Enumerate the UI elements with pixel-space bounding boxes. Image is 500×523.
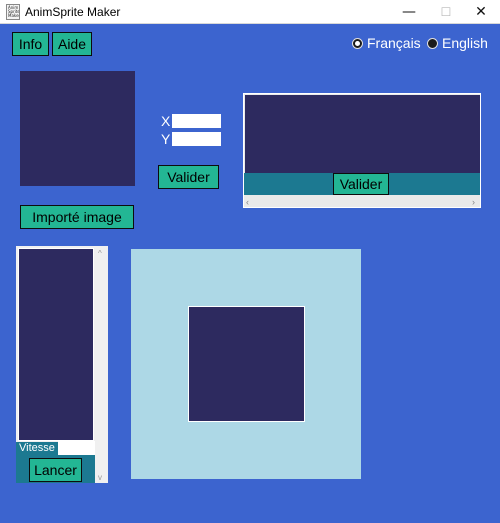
vitesse-label: Vitesse xyxy=(19,442,55,454)
radio-francais[interactable] xyxy=(352,38,363,49)
import-image-button[interactable]: Importé image xyxy=(20,205,134,229)
lancer-button[interactable]: Lancer xyxy=(29,458,82,482)
scroll-down-icon[interactable]: v xyxy=(98,473,102,482)
vitesse-input[interactable] xyxy=(58,441,95,455)
frames-valider-button[interactable]: Valider xyxy=(333,173,389,195)
radio-label-english[interactable]: English xyxy=(442,35,488,51)
window-title: AnimSprite Maker xyxy=(25,5,121,19)
y-input[interactable] xyxy=(172,132,221,146)
x-label: X xyxy=(161,113,171,129)
canvas-sprite xyxy=(188,306,305,422)
scroll-left-icon[interactable]: ‹ xyxy=(246,197,249,207)
aide-button[interactable]: Aide xyxy=(52,32,92,56)
radio-english[interactable] xyxy=(427,38,438,49)
frames-view xyxy=(245,95,480,173)
y-label: Y xyxy=(161,131,171,147)
info-button[interactable]: Info xyxy=(12,32,49,56)
sprite-preview xyxy=(20,71,135,186)
title-bar: Anim Sprite Maker AnimSprite Maker — ☐ ✕ xyxy=(0,0,500,24)
radio-label-francais[interactable]: Français xyxy=(367,35,421,51)
vertical-scrollbar[interactable] xyxy=(95,246,108,483)
close-icon[interactable]: ✕ xyxy=(458,0,500,24)
app-icon: Anim Sprite Maker xyxy=(6,4,20,20)
valider-button[interactable]: Valider xyxy=(158,165,219,189)
scroll-right-icon[interactable]: › xyxy=(472,197,475,207)
x-input[interactable] xyxy=(172,114,221,128)
scroll-up-icon[interactable]: ^ xyxy=(98,249,102,258)
frame-list-view xyxy=(18,248,94,441)
